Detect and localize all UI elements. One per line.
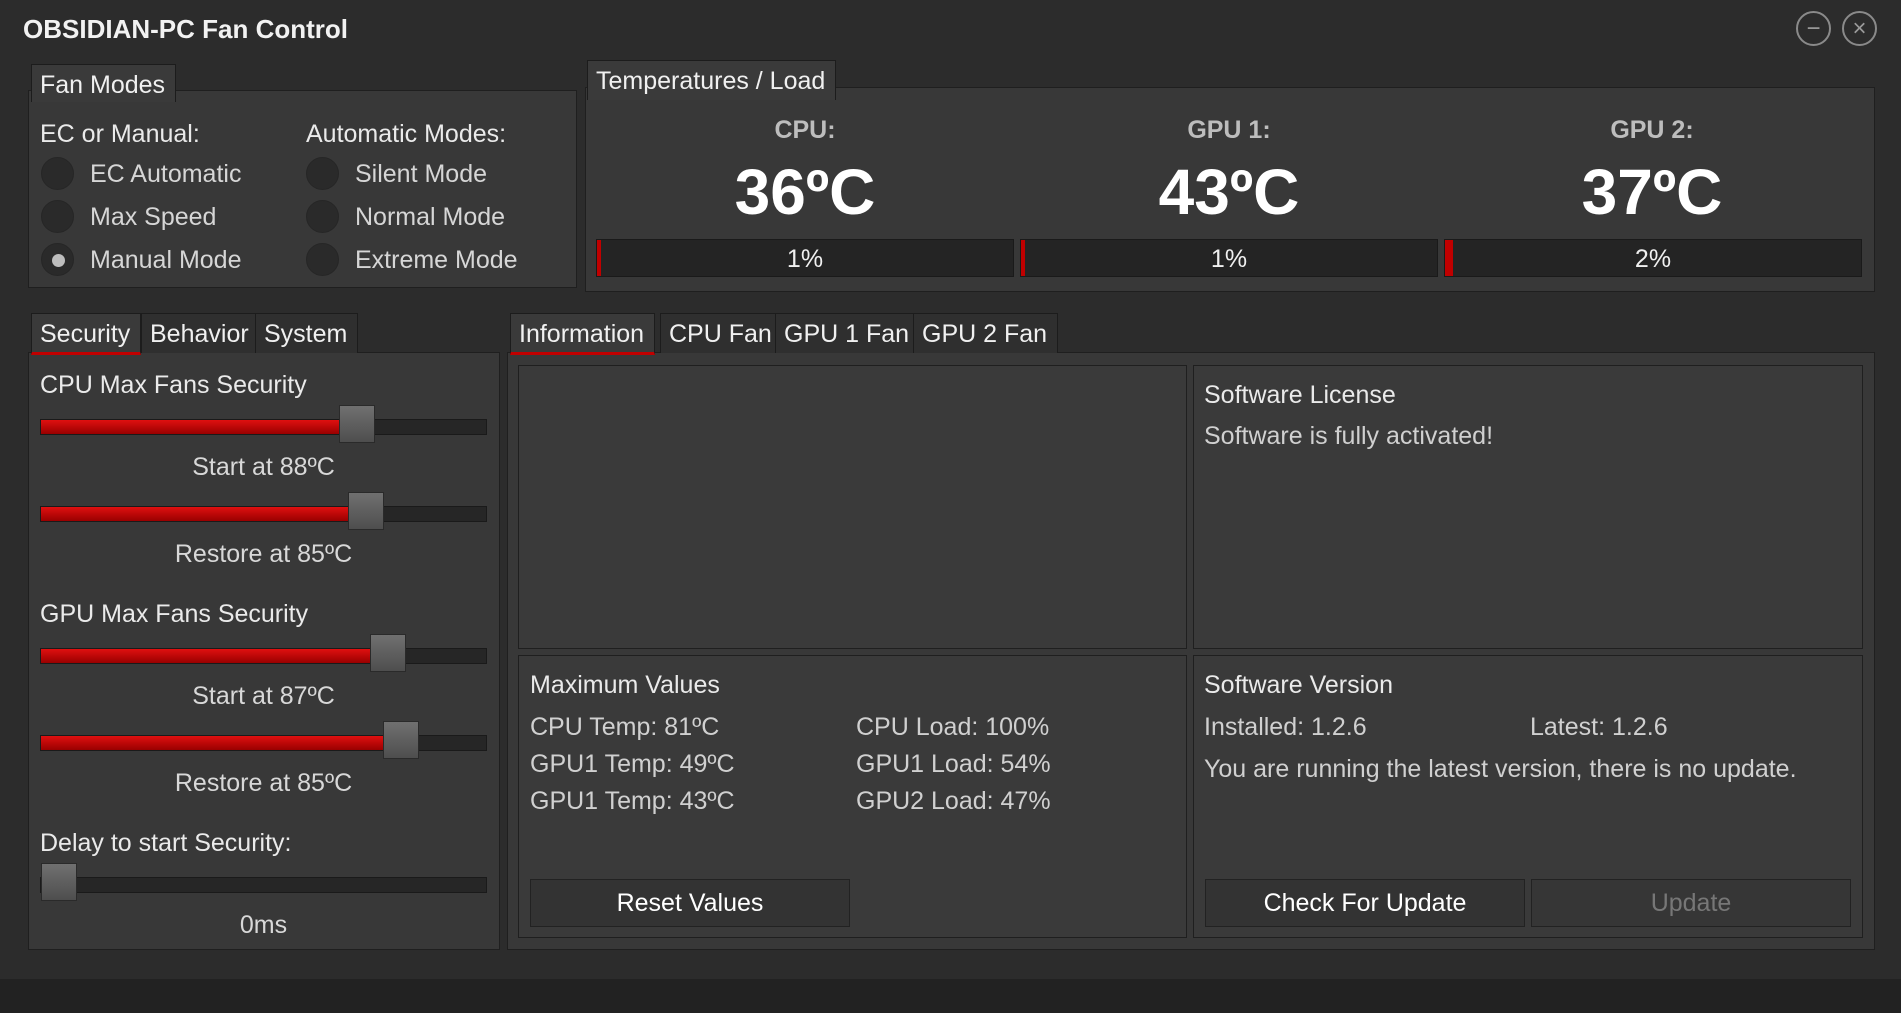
cpu-start-slider[interactable] — [40, 405, 487, 443]
license-title: Software License — [1204, 381, 1396, 409]
update-button[interactable]: Update — [1531, 879, 1851, 927]
gpu-restore-slider-thumb[interactable] — [383, 721, 420, 759]
cpu-temp-value: 36ºC — [734, 156, 876, 228]
radio-extreme-mode[interactable] — [306, 243, 339, 276]
gpu2-load-bar: 2% — [1444, 239, 1862, 277]
gpu-restore-slider-fill — [41, 736, 402, 750]
gpu1-load-bar: 1% — [1020, 239, 1438, 277]
tab-fan-modes[interactable]: Fan Modes — [31, 64, 177, 102]
gpu1-load-text: 1% — [1210, 245, 1248, 273]
window-title: OBSIDIAN-PC Fan Control — [23, 14, 348, 44]
gpu1-temp-name: GPU 1: — [1187, 116, 1271, 144]
gpu2-load-text: 2% — [1634, 245, 1672, 273]
version-title: Software Version — [1204, 671, 1393, 699]
radio-label-extreme-mode[interactable]: Extreme Mode — [355, 246, 518, 275]
max-values-title: Maximum Values — [530, 671, 720, 699]
cpu-start-slider-fill — [41, 420, 357, 434]
radio-manual-mode[interactable] — [41, 243, 74, 276]
tab-gpu2-fan[interactable]: GPU 2 Fan — [913, 313, 1059, 353]
check-update-button[interactable]: Check For Update — [1205, 879, 1525, 927]
radio-label-silent-mode[interactable]: Silent Mode — [355, 160, 487, 189]
gpu-security-title: GPU Max Fans Security — [40, 600, 309, 628]
gpu-start-label: Start at 87ºC — [192, 682, 335, 710]
latest-version: Latest: 1.2.6 — [1530, 713, 1668, 741]
cpu-start-slider-thumb[interactable] — [338, 405, 375, 443]
delay-slider[interactable] — [40, 863, 487, 901]
gpu-restore-slider[interactable] — [40, 721, 487, 759]
gpu1-temp-value: 43ºC — [1158, 156, 1300, 228]
cpu-restore-slider[interactable] — [40, 492, 487, 530]
tab-cpu-fan[interactable]: CPU Fan — [660, 313, 783, 353]
cpu-restore-slider-thumb[interactable] — [347, 492, 384, 530]
radio-ec-automatic[interactable] — [41, 157, 74, 190]
tab-security[interactable]: Security — [31, 313, 142, 355]
radio-label-max-speed[interactable]: Max Speed — [90, 203, 216, 232]
delay-slider-thumb[interactable] — [41, 863, 77, 901]
gpu-restore-label: Restore at 85ºC — [174, 769, 353, 797]
delay-label: 0ms — [239, 911, 288, 939]
cpu-load-text: 1% — [786, 245, 824, 273]
cpu-load-bar: 1% — [596, 239, 1014, 277]
gpu-start-slider-thumb[interactable] — [370, 634, 407, 672]
max-cpu-load: CPU Load: 100% — [856, 713, 1050, 741]
cpu-security-title: CPU Max Fans Security — [40, 371, 307, 399]
radio-label-manual-mode[interactable]: Manual Mode — [90, 246, 241, 275]
tab-system[interactable]: System — [255, 313, 359, 353]
installed-version: Installed: 1.2.6 — [1204, 713, 1367, 741]
close-icon[interactable]: × — [1842, 11, 1877, 46]
radio-label-ec-automatic[interactable]: EC Automatic — [90, 160, 241, 189]
delay-title: Delay to start Security: — [40, 829, 292, 857]
gpu-start-slider-fill — [41, 649, 389, 663]
gpu2-temp-name: GPU 2: — [1610, 116, 1694, 144]
tab-gpu1-fan[interactable]: GPU 1 Fan — [775, 313, 921, 353]
max-gpu2-temp: GPU1 Temp: 43ºC — [530, 787, 735, 815]
license-text: Software is fully activated! — [1204, 422, 1494, 450]
tab-information[interactable]: Information — [510, 313, 656, 355]
empty-subpanel — [518, 365, 1187, 649]
max-cpu-temp: CPU Temp: 81ºC — [530, 713, 720, 741]
auto-header: Automatic Modes: — [306, 120, 507, 148]
radio-silent-mode[interactable] — [306, 157, 339, 190]
max-gpu1-load: GPU1 Load: 54% — [856, 750, 1051, 778]
status-bar — [0, 979, 1901, 1013]
ec-header: EC or Manual: — [40, 120, 200, 148]
version-message: You are running the latest version, ther… — [1204, 755, 1797, 783]
max-gpu2-load: GPU2 Load: 47% — [856, 787, 1051, 815]
radio-normal-mode[interactable] — [306, 200, 339, 233]
radio-max-speed[interactable] — [41, 200, 74, 233]
reset-values-button[interactable]: Reset Values — [530, 879, 850, 927]
gpu2-temp-value: 37ºC — [1581, 156, 1723, 228]
cpu-restore-slider-fill — [41, 507, 366, 521]
gpu-start-slider[interactable] — [40, 634, 487, 672]
cpu-restore-label: Restore at 85ºC — [174, 540, 353, 568]
max-gpu1-temp: GPU1 Temp: 49ºC — [530, 750, 735, 778]
radio-label-normal-mode[interactable]: Normal Mode — [355, 203, 505, 232]
minimize-icon[interactable]: − — [1796, 11, 1831, 46]
tab-behavior[interactable]: Behavior — [141, 313, 260, 353]
cpu-temp-name: CPU: — [774, 116, 836, 144]
cpu-start-label: Start at 88ºC — [192, 453, 335, 481]
tab-temperatures-load[interactable]: Temperatures / Load — [587, 60, 837, 100]
